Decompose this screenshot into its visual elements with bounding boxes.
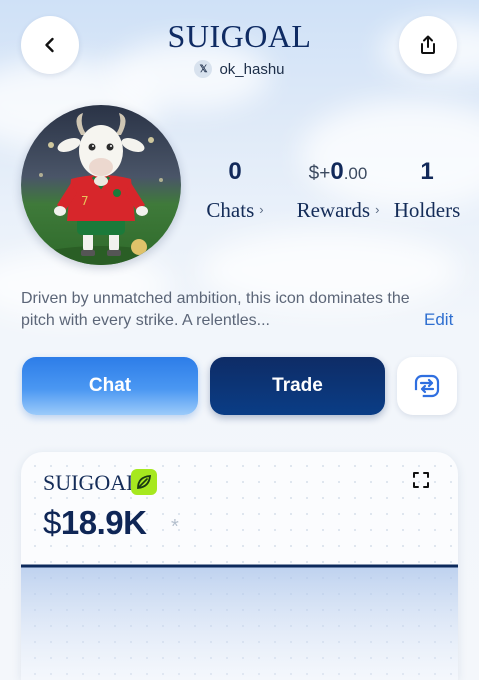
price-chart[interactable]	[21, 564, 458, 680]
top-bar: SUIGOAL 𝕏 ok_hashu	[0, 0, 479, 100]
chats-label: Chats ›	[206, 198, 264, 222]
rewards-amount: $+0.00	[308, 158, 368, 185]
chat-button[interactable]: Chat	[22, 357, 198, 415]
leaf-icon	[131, 469, 157, 495]
trade-button[interactable]: Trade	[210, 357, 385, 415]
token-price: $18.9K	[43, 504, 147, 541]
holders-label: Holders	[393, 198, 461, 222]
stat-rewards[interactable]: $+0.00 Rewards ›	[290, 158, 386, 223]
share-icon	[421, 35, 435, 54]
price-footnote-marker: *	[171, 516, 179, 538]
price-card: SUIGOAL $18.9K *	[21, 452, 458, 680]
swap-button[interactable]	[397, 357, 457, 415]
stat-chats[interactable]: 0 Chats ›	[196, 158, 274, 223]
price-chart-svg	[21, 564, 458, 680]
svg-text:7: 7	[81, 194, 89, 208]
chats-count: 0	[228, 158, 242, 185]
goat-mascot-avatar: 7	[21, 105, 181, 265]
rewards-label: Rewards ›	[296, 198, 380, 222]
expand-icon	[413, 472, 429, 488]
stat-holders[interactable]: 1 Holders	[392, 158, 462, 223]
chart-area-fill	[21, 566, 458, 680]
chevron-right-icon: ›	[375, 202, 380, 217]
swap-icon	[414, 374, 440, 398]
card-token-name: SUIGOAL	[43, 470, 140, 495]
handle-text: ok_hashu	[219, 60, 285, 78]
expand-chart-button[interactable]	[407, 466, 435, 494]
holders-count: 1	[420, 158, 434, 185]
edit-description-link[interactable]: Edit	[424, 310, 453, 330]
share-button[interactable]	[399, 16, 457, 74]
token-description: Driven by unmatched ambition, this icon …	[21, 290, 410, 329]
token-avatar[interactable]: 7	[21, 105, 181, 265]
x-logo-icon: 𝕏	[194, 60, 213, 78]
chevron-right-icon: ›	[259, 202, 264, 217]
